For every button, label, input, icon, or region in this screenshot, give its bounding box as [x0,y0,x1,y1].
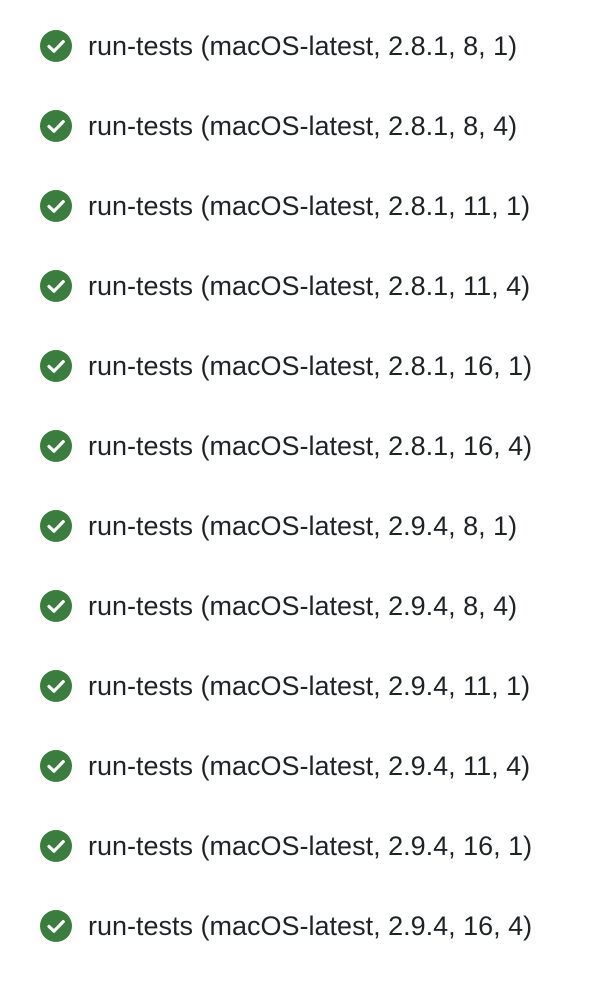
check-circle-icon [40,670,72,702]
job-name: run-tests (macOS-latest, 2.8.1, 8, 1) [88,31,518,61]
check-circle-icon [40,110,72,142]
job-name: run-tests (macOS-latest, 2.9.4, 8, 1) [88,511,518,541]
job-name: run-tests (macOS-latest, 2.9.4, 8, 4) [88,591,518,621]
job-item[interactable]: run-tests (macOS-latest, 2.9.4, 11, 4) [0,726,598,806]
job-item[interactable]: run-tests (macOS-latest, 2.9.4, 8, 4) [0,566,598,646]
job-item[interactable]: run-tests (macOS-latest, 2.8.1, 11, 1) [0,166,598,246]
check-circle-icon [40,350,72,382]
job-item[interactable]: run-tests (macOS-latest, 2.8.1, 11, 4) [0,246,598,326]
job-name: run-tests (macOS-latest, 2.8.1, 16, 1) [88,351,533,381]
job-item[interactable]: run-tests (macOS-latest, 2.8.1, 16, 1) [0,326,598,406]
check-circle-icon [40,910,72,942]
job-name: run-tests (macOS-latest, 2.8.1, 11, 4) [88,271,531,301]
check-circle-icon [40,590,72,622]
job-item[interactable]: run-tests (macOS-latest, 2.9.4, 16, 4) [0,886,598,966]
check-circle-icon [40,270,72,302]
job-name: run-tests (macOS-latest, 2.9.4, 11, 4) [88,751,531,781]
check-circle-icon [40,510,72,542]
job-name: run-tests (macOS-latest, 2.9.4, 16, 4) [88,911,533,941]
job-item[interactable]: run-tests (macOS-latest, 2.9.4, 8, 1) [0,486,598,566]
job-list: run-tests (macOS-latest, 2.8.1, 8, 1) ru… [0,0,598,1000]
job-name: run-tests (macOS-latest, 2.8.1, 11, 1) [88,191,531,221]
job-name: run-tests (macOS-latest, 2.8.1, 8, 4) [88,111,518,141]
job-name: run-tests (macOS-latest, 2.9.4, 16, 1) [88,831,533,861]
job-item[interactable]: run-tests (macOS-latest, 2.9.4, 11, 1) [0,646,598,726]
job-name: run-tests (macOS-latest, 2.9.4, 11, 1) [88,671,531,701]
job-item[interactable]: run-tests (macOS-latest, 2.8.1, 16, 4) [0,406,598,486]
job-name: run-tests (macOS-latest, 2.8.1, 16, 4) [88,431,533,461]
job-item[interactable]: run-tests (macOS-latest, 2.8.1, 8, 4) [0,86,598,166]
check-circle-icon [40,430,72,462]
check-circle-icon [40,30,72,62]
check-circle-icon [40,190,72,222]
job-item[interactable]: run-tests (macOS-latest, 2.9.4, 16, 1) [0,806,598,886]
check-circle-icon [40,830,72,862]
job-item[interactable]: run-tests (macOS-latest, 2.8.1, 8, 1) [0,6,598,86]
check-circle-icon [40,750,72,782]
